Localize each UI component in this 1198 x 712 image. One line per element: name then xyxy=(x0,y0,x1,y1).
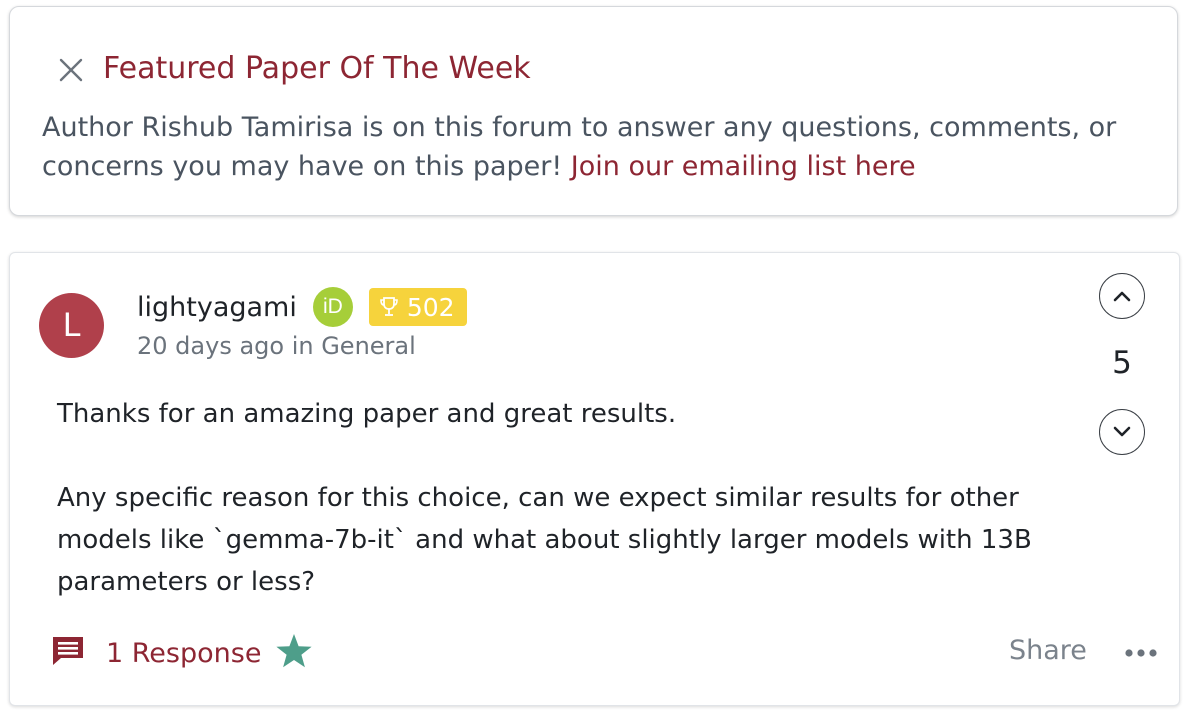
banner-title: Featured Paper Of The Week xyxy=(103,51,531,86)
responses-link[interactable]: 1 Response xyxy=(106,638,261,669)
post-paragraph: Any specific reason for this choice, can… xyxy=(57,483,1032,597)
forum-post: L lightyagami iD 502 20 days ago in Gene… xyxy=(9,252,1180,706)
reputation-count: 502 xyxy=(406,292,455,322)
close-icon[interactable] xyxy=(58,57,84,83)
reputation-badge: 502 xyxy=(368,288,467,326)
author-row: lightyagami iD 502 xyxy=(137,285,467,329)
downvote-button[interactable] xyxy=(1099,409,1145,455)
banner-body: Author Rishub Tamirisa is on this forum … xyxy=(42,108,1162,186)
vote-count: 5 xyxy=(1112,345,1132,381)
comment-icon[interactable] xyxy=(50,634,86,672)
featured-paper-banner: Featured Paper Of The Week Author Rishub… xyxy=(9,6,1178,216)
orcid-icon[interactable]: iD xyxy=(312,287,353,327)
avatar[interactable]: L xyxy=(39,293,104,358)
share-button[interactable]: Share xyxy=(1009,635,1087,666)
post-meta: 20 days ago in General xyxy=(137,332,416,360)
chevron-up-icon xyxy=(1113,291,1131,302)
upvote-button[interactable] xyxy=(1099,273,1145,319)
star-icon[interactable] xyxy=(275,633,313,673)
emailing-list-link[interactable]: Join our emailing list here xyxy=(571,151,916,182)
post-body: Thanks for an amazing paper and great re… xyxy=(57,393,1047,645)
post-footer: 1 Response xyxy=(50,633,313,673)
post-paragraph: Thanks for an amazing paper and great re… xyxy=(57,399,677,429)
chevron-down-icon xyxy=(1113,426,1131,437)
trophy-icon xyxy=(380,297,398,316)
more-icon[interactable] xyxy=(1122,643,1162,663)
author-name[interactable]: lightyagami xyxy=(137,292,297,323)
